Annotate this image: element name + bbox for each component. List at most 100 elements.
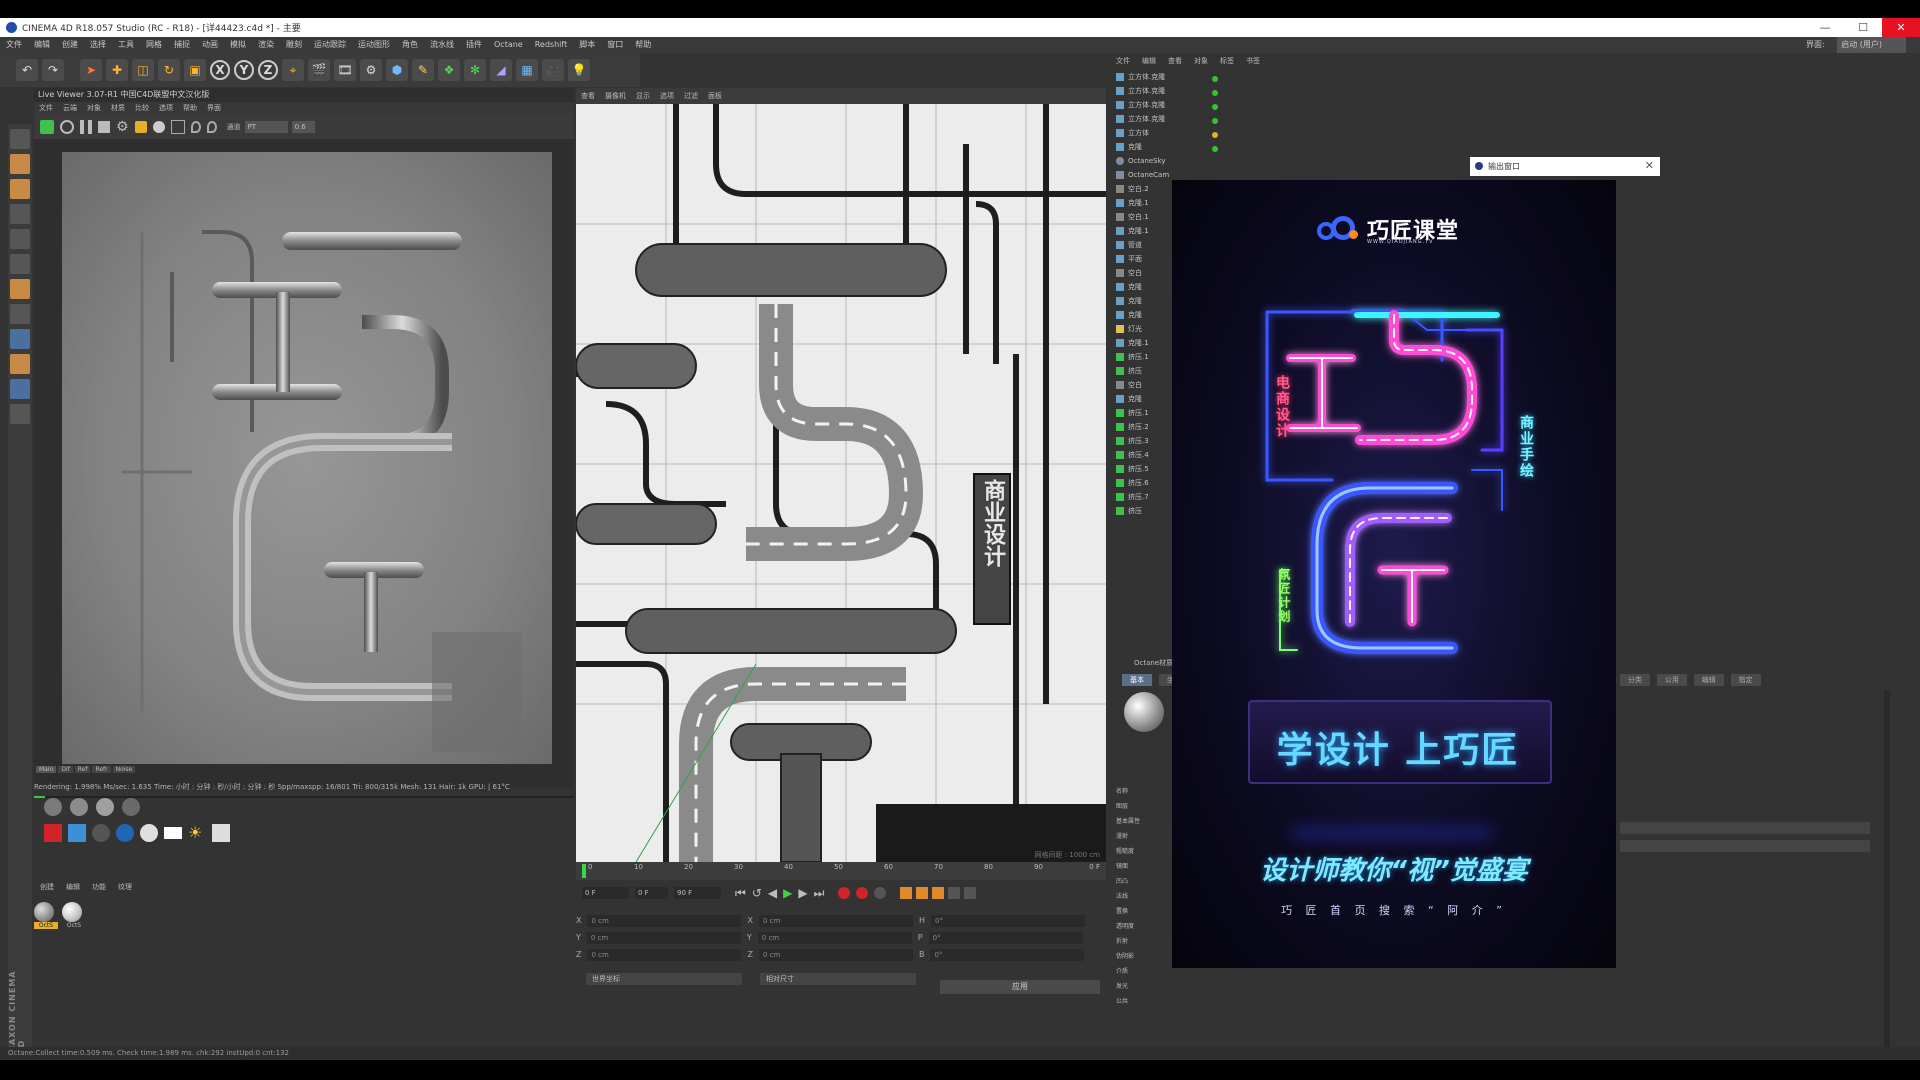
attr-field[interactable]: 置换 [1116,906,1176,921]
sphere-icon[interactable] [152,121,165,133]
tab-edit[interactable]: 编辑 [1693,674,1724,686]
snap-icon[interactable] [10,329,30,349]
tab-common[interactable]: 公用 [1656,674,1687,686]
layout-selector[interactable]: 界面: 启动 (用户) [1800,37,1912,53]
stop-icon[interactable] [98,121,110,133]
pause-icon[interactable] [80,120,92,134]
move-icon[interactable]: ✚ [106,59,128,81]
menu-redshift[interactable]: Redshift [535,37,567,53]
workplane-icon[interactable] [10,379,30,399]
menu-mograph[interactable]: 运动图形 [358,37,390,53]
menu-create[interactable]: 创建 [62,37,78,53]
preview-sphere-icon[interactable] [122,798,140,816]
area-light-icon[interactable] [164,827,182,839]
live-viewer-render[interactable] [62,152,552,764]
visibility-dot-icon[interactable] [1212,132,1218,138]
scale-icon[interactable]: ◫ [132,59,154,81]
attr-field[interactable]: 粗糙度 [1116,846,1176,861]
key-position-icon[interactable] [900,887,913,899]
rotation-b-field[interactable]: 0° [930,948,1085,961]
vp-menu-panel[interactable]: 面板 [708,88,722,104]
tab-refr[interactable]: Refr [92,766,111,773]
layer-input[interactable] [1620,840,1870,852]
menu-simulate[interactable]: 模拟 [230,37,246,53]
locked-workplane-icon[interactable] [10,404,30,424]
visibility-dot-icon[interactable] [1212,76,1218,82]
record-keys-icon[interactable] [838,887,851,899]
attr-field[interactable]: 折射 [1116,936,1176,951]
preview-sphere-icon[interactable] [96,798,114,816]
size-mode-select[interactable]: 相对尺寸 [760,973,916,985]
menu-render[interactable]: 渲染 [258,37,274,53]
mat-menu-function[interactable]: 功能 [92,882,106,892]
send-scene-icon[interactable] [40,120,54,134]
region-render-icon[interactable] [170,120,185,134]
camera-icon[interactable]: 🎥 [542,59,564,81]
lv-menu-compare[interactable]: 比较 [135,102,149,115]
om-menu-tags[interactable]: 标签 [1220,54,1234,68]
redo-icon[interactable]: ↷ [42,59,64,81]
key-param-icon[interactable] [948,887,961,899]
select-arrow-icon[interactable]: ➤ [80,59,102,81]
spot-light-icon[interactable] [212,824,230,842]
attr-field[interactable]: 基本属性 [1116,816,1176,831]
tab-ref[interactable]: Ref [74,766,91,773]
key-rotation-icon[interactable] [932,887,945,899]
pick-focus-icon[interactable] [190,121,201,133]
mat-menu-texture[interactable]: 纹理 [118,882,132,892]
y-axis-button[interactable]: Y [234,60,254,80]
sun-settings-icon[interactable] [68,824,86,842]
attr-field[interactable]: 发光 [1116,981,1176,996]
menu-character[interactable]: 角色 [402,37,418,53]
start-frame-field[interactable]: 0 F [582,887,629,899]
attr-field[interactable]: 漫射 [1116,831,1176,846]
magnet-icon[interactable] [10,354,30,374]
preview-sphere-icon[interactable] [44,798,62,816]
tab-dif[interactable]: Dif [58,766,73,773]
attr-field[interactable]: 图层 [1116,801,1176,816]
floor-icon[interactable]: ▦ [516,59,538,81]
current-frame-field[interactable]: 0 F [635,887,668,899]
tab-main[interactable]: Main [36,766,57,773]
rotation-h-field[interactable]: 0° [930,914,1085,927]
play-icon[interactable]: ▶ [783,886,792,900]
menu-tools[interactable]: 工具 [118,37,134,53]
lv-menu-materials[interactable]: 材质 [111,102,125,115]
lv-menu-file[interactable]: 文件 [39,102,53,115]
om-menu-objects[interactable]: 对象 [1194,54,1208,68]
preview-sphere-icon[interactable] [70,798,88,816]
apply-button[interactable]: 应用 [940,980,1100,994]
visibility-dot-icon[interactable] [1212,146,1218,152]
position-y-field[interactable]: 0 cm [586,931,741,944]
settings-gear-icon[interactable]: ⚙ [116,119,129,135]
coordinate-mode-select[interactable]: 世界坐标 [586,973,742,985]
contrast-blue-icon[interactable] [116,824,134,842]
attr-field[interactable]: 伪阴影 [1116,951,1176,966]
rotate-icon[interactable]: ↻ [158,59,180,81]
lv-menu-objects[interactable]: 对象 [87,102,101,115]
attr-field[interactable]: 法线 [1116,891,1176,906]
size-x-field[interactable]: 0 cm [758,914,913,927]
menu-pipeline[interactable]: 流水线 [430,37,454,53]
key-pla-icon[interactable] [964,887,977,899]
attr-field[interactable]: 镜面 [1116,861,1176,876]
go-to-start-icon[interactable]: ⏮ [735,886,746,901]
render-picture-viewer-icon[interactable]: 🎞 [334,59,356,81]
x-axis-button[interactable]: X [210,60,230,80]
timeline[interactable]: 0 10 20 30 40 50 60 70 80 90 0 F [576,862,1106,880]
vp-menu-cameras[interactable]: 摄像机 [605,88,626,104]
menu-script[interactable]: 脚本 [579,37,595,53]
exposure-field[interactable]: 0.6 [291,121,315,133]
step-forward-icon[interactable]: ▶ [798,886,807,900]
material-swatch[interactable]: OctS [62,902,86,929]
menu-mesh[interactable]: 网格 [146,37,162,53]
key-scale-icon[interactable] [916,887,929,899]
cloner-icon[interactable]: ✻ [464,59,486,81]
end-frame-field[interactable]: 90 F [674,887,721,899]
contrast-icon[interactable] [92,824,110,842]
sunlight-icon[interactable]: ☀ [188,824,206,842]
z-axis-button[interactable]: Z [258,60,278,80]
visibility-dot-icon[interactable] [1212,118,1218,124]
render-view-icon[interactable]: 🎬 [308,59,330,81]
size-y-field[interactable]: 0 cm [757,931,912,944]
